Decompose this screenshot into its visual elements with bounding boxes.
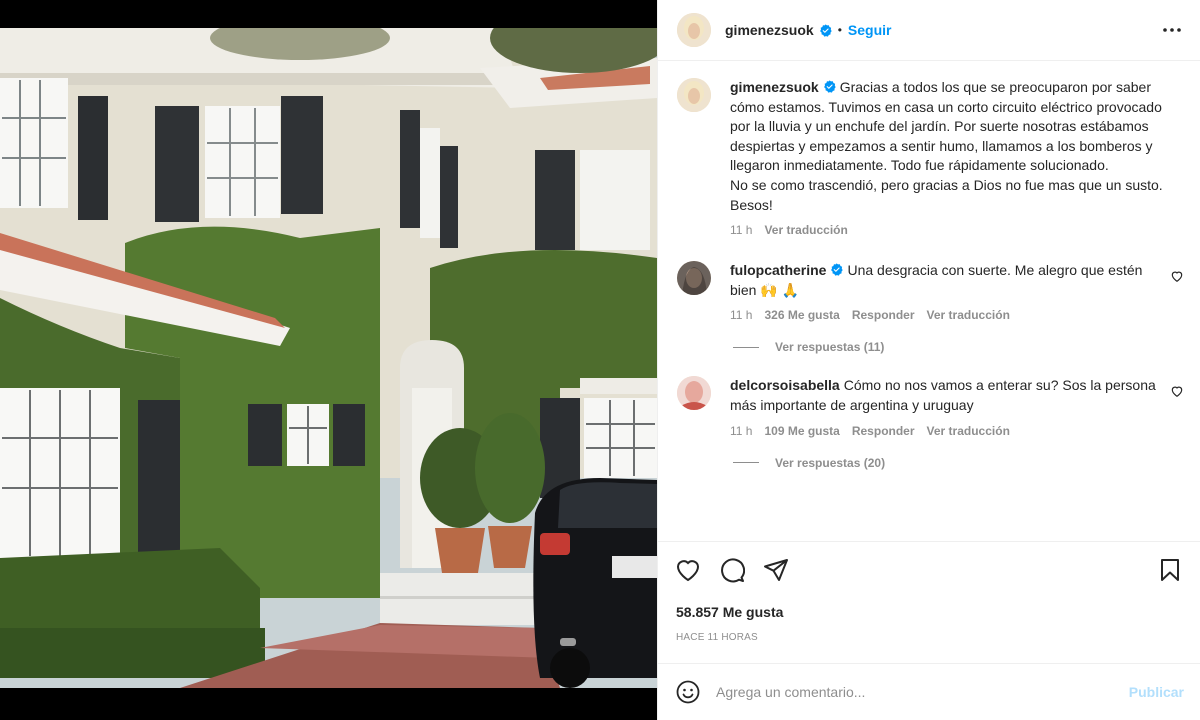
comment-composer: Publicar	[658, 663, 1200, 720]
post-author-username[interactable]: gimenezsuok	[725, 22, 814, 38]
post-actions: 58.857 Me gusta HACE 11 HORAS	[658, 541, 1200, 643]
comment-meta: 11 h Ver traducción	[730, 223, 1184, 237]
comment-meta: 11 h 326 Me gusta Responder Ver traducci…	[730, 308, 1156, 322]
more-options-icon[interactable]	[1160, 18, 1184, 42]
avatar-image	[677, 13, 711, 47]
comment-username[interactable]: gimenezsuok	[730, 79, 819, 95]
post-photo[interactable]	[0, 28, 657, 688]
smiley-icon[interactable]	[674, 678, 702, 706]
view-replies-label: Ver respuestas (11)	[775, 340, 885, 355]
header-separator: •	[837, 23, 842, 37]
replies-divider	[733, 462, 759, 464]
bookmark-icon[interactable]	[1156, 556, 1184, 584]
comment-time: 11 h	[730, 308, 753, 323]
reply-button[interactable]: Responder	[852, 424, 915, 438]
comment-text: gimenezsuok Gracias a todos los que se pr…	[730, 78, 1184, 215]
comment-meta: 11 h 109 Me gusta Responder Ver traducci…	[730, 424, 1156, 438]
follow-button[interactable]: Seguir	[848, 22, 892, 38]
house-photo-image	[0, 28, 657, 688]
comment-item: fulopcatherine Una desgracia con suerte. …	[677, 261, 1184, 322]
comment-time: 11 h	[730, 223, 753, 238]
view-replies-button[interactable]: Ver respuestas (11)	[733, 340, 1184, 354]
comment-username[interactable]: fulopcatherine	[730, 262, 826, 278]
avatar-image	[677, 376, 711, 411]
post-timestamp: HACE 11 HORAS	[676, 632, 758, 643]
avatar-image	[677, 261, 711, 296]
like-comment-heart-icon[interactable]	[1170, 384, 1184, 398]
reply-button[interactable]: Responder	[852, 308, 915, 322]
verified-badge-icon	[823, 80, 836, 93]
publish-comment-button[interactable]: Publicar	[1129, 684, 1184, 700]
comment-icon[interactable]	[718, 556, 746, 584]
verified-badge-icon	[819, 23, 832, 37]
comment-item: delcorsoisabella Cómo no nos vamos a ente…	[677, 376, 1184, 438]
comment-username[interactable]: delcorsoisabella	[730, 377, 840, 393]
see-translation-link[interactable]: Ver traducción	[764, 223, 847, 237]
see-translation-link[interactable]: Ver traducción	[927, 424, 1010, 438]
comments-list[interactable]: gimenezsuok Gracias a todos los que se pr…	[658, 62, 1200, 541]
comment-text: fulopcatherine Una desgracia con suerte. …	[730, 261, 1156, 300]
avatar[interactable]	[677, 13, 711, 47]
heart-icon[interactable]	[674, 556, 702, 584]
like-comment-heart-icon[interactable]	[1170, 269, 1184, 283]
see-translation-link[interactable]: Ver traducción	[927, 308, 1010, 322]
comment-text: delcorsoisabella Cómo no nos vamos a ente…	[730, 376, 1156, 415]
comment-likes-count[interactable]: 326 Me gusta	[764, 308, 839, 322]
view-replies-label: Ver respuestas (20)	[775, 455, 886, 470]
post-likes-count[interactable]: 58.857 Me gusta	[674, 604, 1184, 620]
replies-divider	[733, 346, 759, 348]
post-sidebar: gimenezsuok • Seguir gimenezsuok Gracias …	[657, 0, 1200, 720]
paper-plane-icon[interactable]	[762, 556, 790, 584]
post-media-pane	[0, 0, 657, 720]
view-replies-button[interactable]: Ver respuestas (20)	[733, 456, 1184, 470]
comment-likes-count[interactable]: 109 Me gusta	[764, 424, 839, 438]
comment-time: 11 h	[730, 423, 753, 438]
avatar[interactable]	[677, 376, 711, 411]
avatar[interactable]	[677, 261, 711, 296]
verified-badge-icon	[831, 263, 844, 276]
caption-body-2: No se como trascendió, pero gracias a Di…	[730, 176, 1163, 213]
avatar-image	[677, 78, 711, 112]
avatar[interactable]	[677, 78, 711, 112]
caption-comment: gimenezsuok Gracias a todos los que se pr…	[677, 78, 1184, 237]
post-header: gimenezsuok • Seguir	[658, 0, 1200, 61]
add-comment-input[interactable]	[716, 684, 1129, 700]
